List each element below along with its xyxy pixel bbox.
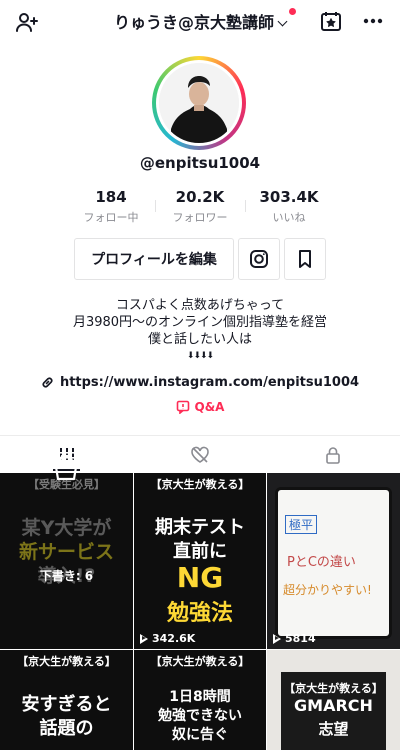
- qa-label: Q&A: [194, 400, 225, 414]
- following-count: 184: [95, 188, 127, 206]
- video-title-line: 直前に: [173, 541, 227, 562]
- handwriting-line: 極平: [285, 515, 318, 534]
- bio-line: 月3980円〜のオンライン個別指導塾を経営: [72, 315, 328, 330]
- video-tag: 【京大生が教える】: [17, 655, 116, 668]
- view-count: 5814: [273, 632, 316, 645]
- bio-line: コスパよく点数あげちゃって: [115, 298, 285, 313]
- username: @enpitsu1004: [139, 154, 261, 172]
- add-friend-icon[interactable]: [14, 9, 40, 35]
- handwriting-line: 超分かりやすい!: [283, 583, 372, 597]
- likes-count: 303.4K: [259, 188, 319, 206]
- chevron-down-icon: [277, 16, 288, 27]
- video-tag: 【京大生が教える】: [150, 478, 250, 491]
- video-title-line: 新サービス: [18, 541, 114, 563]
- more-menu-icon[interactable]: [360, 8, 386, 34]
- tab-private[interactable]: [266, 436, 399, 474]
- video-title-line: 勉強法: [166, 601, 233, 626]
- bio: コスパよく点数あげちゃって 月3980円〜のオンライン個別指導塾を経営 僕と話し…: [0, 297, 400, 365]
- handwriting-line: PとCの違い: [287, 555, 356, 570]
- video-tag: 【京大生が教える】: [150, 655, 250, 668]
- bookmark-icon: [299, 250, 311, 268]
- video-title-line: 奴に告ぐ: [172, 727, 228, 743]
- video-thumbnail[interactable]: 極平 PとCの違い 超分かりやすい! 5814: [267, 473, 400, 649]
- likes-label: いいね: [272, 211, 306, 224]
- video-thumbnail[interactable]: 【京大生が教える】 安すぎると 話題の: [0, 650, 133, 750]
- heart-hidden-icon: [190, 446, 209, 463]
- video-title-line: 安すぎると: [21, 694, 112, 715]
- link-icon: [42, 377, 53, 388]
- avatar[interactable]: [159, 63, 239, 143]
- stat-likes[interactable]: 303.4K いいね: [244, 188, 334, 225]
- account-name: りゅうき@京大塾講師: [113, 13, 274, 32]
- profile-link[interactable]: https://www.instagram.com/enpitsu1004: [0, 375, 400, 390]
- view-count: 342.6K: [140, 632, 195, 645]
- stat-followers[interactable]: 20.2K フォロワー: [155, 188, 245, 225]
- drafts-count: 下書き: 6: [39, 569, 94, 583]
- video-thumbnail-drafts[interactable]: 【受験生必見】 某Y大学が 新サービス 導入!?: [0, 473, 133, 649]
- notification-dot: [289, 8, 296, 15]
- video-title-line: 1日8時間: [169, 689, 231, 705]
- instagram-icon: [250, 250, 268, 268]
- view-count-text: 342.6K: [152, 632, 196, 645]
- top-bar: りゅうき@京大塾講師: [0, 0, 400, 44]
- followers-label: フォロワー: [172, 211, 228, 224]
- bio-line: ⬇⬇⬇⬇: [186, 351, 214, 361]
- video-thumbnail[interactable]: 【京大生が教える】 GMARCH 志望: [267, 650, 400, 750]
- video-thumbnail[interactable]: 【京大生が教える】 1日8時間 勉強できない 奴に告ぐ: [134, 650, 266, 750]
- video-thumbnail[interactable]: 【京大生が教える】 期末テスト 直前に NG 勉強法 342.6K: [134, 473, 266, 649]
- tab-liked[interactable]: [133, 436, 266, 474]
- followers-count: 20.2K: [175, 188, 225, 206]
- lock-icon: [325, 447, 340, 464]
- qa-icon: [176, 400, 189, 414]
- play-icon: [140, 634, 148, 644]
- view-count-text: 5814: [285, 632, 316, 645]
- video-tag: 【京大生が教える】: [284, 682, 383, 695]
- video-title-line: 期末テスト: [155, 517, 245, 538]
- qa-button[interactable]: Q&A: [0, 400, 400, 414]
- drafts-icon: [46, 448, 86, 488]
- following-label: フォロー中: [83, 211, 139, 224]
- favorites-button[interactable]: [284, 238, 326, 280]
- video-title-line: 某Y大学が: [21, 517, 112, 539]
- stat-following[interactable]: 184 フォロー中: [66, 188, 156, 225]
- bio-line: 僕と話したい人は: [147, 332, 252, 347]
- calendar-star-icon[interactable]: [318, 8, 344, 34]
- video-title-line: 志望: [318, 720, 349, 738]
- edit-profile-button[interactable]: プロフィールを編集: [74, 238, 234, 280]
- link-text: https://www.instagram.com/enpitsu1004: [59, 375, 360, 390]
- play-icon: [273, 634, 281, 644]
- video-title-line: 話題の: [39, 718, 94, 739]
- video-title-line: NG: [176, 561, 224, 594]
- video-title-line: 勉強できない: [158, 708, 242, 724]
- instagram-button[interactable]: [238, 238, 280, 280]
- video-title-line: GMARCH: [294, 696, 373, 715]
